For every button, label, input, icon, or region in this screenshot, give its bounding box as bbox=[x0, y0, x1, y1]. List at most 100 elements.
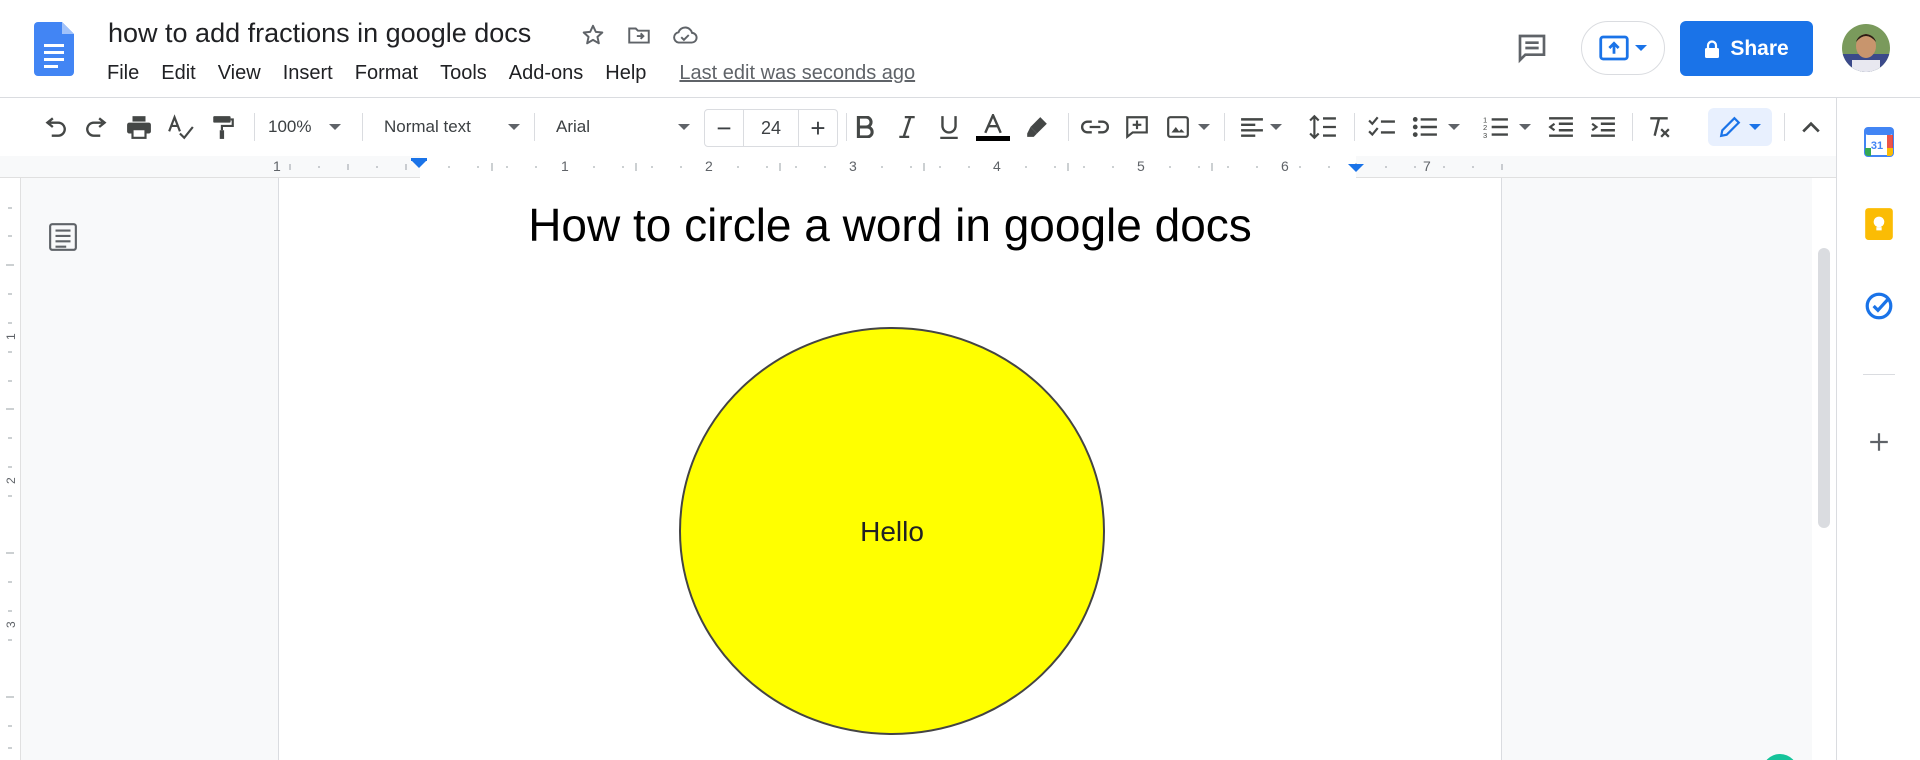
clear-formatting-button[interactable] bbox=[1642, 110, 1676, 144]
align-left-icon bbox=[1241, 118, 1263, 137]
zoom-select[interactable]: 100% bbox=[268, 110, 352, 144]
ruler-label: 2 bbox=[705, 158, 713, 174]
present-button[interactable] bbox=[1581, 21, 1665, 75]
ruler-label: 3 bbox=[849, 158, 857, 174]
document-title[interactable]: how to add fractions in google docs bbox=[108, 18, 531, 49]
toolbar-divider bbox=[254, 113, 255, 141]
highlight-color-button[interactable] bbox=[1020, 110, 1054, 144]
decrease-font-size-button[interactable]: − bbox=[705, 110, 743, 146]
hide-menus-button[interactable] bbox=[1794, 110, 1828, 144]
add-comment-button[interactable] bbox=[1120, 110, 1154, 144]
toolbar-divider bbox=[1784, 113, 1785, 141]
zoom-value: 100% bbox=[268, 117, 312, 136]
text-color-button[interactable] bbox=[974, 110, 1012, 144]
tasks-icon[interactable] bbox=[1861, 288, 1897, 324]
italic-icon bbox=[899, 116, 915, 138]
share-label: Share bbox=[1730, 36, 1789, 60]
decrease-indent-button[interactable] bbox=[1544, 110, 1578, 144]
cloud-saved-icon[interactable] bbox=[668, 18, 702, 52]
bulleted-list-button[interactable] bbox=[1408, 110, 1464, 144]
font-size-input[interactable] bbox=[743, 110, 799, 146]
account-avatar[interactable] bbox=[1842, 24, 1890, 72]
menu-bar: File Edit View Insert Format Tools Add-o… bbox=[96, 58, 915, 88]
decrease-indent-icon bbox=[1548, 117, 1573, 137]
numbered-list-button[interactable]: 123 bbox=[1478, 110, 1536, 144]
insert-image-button[interactable] bbox=[1162, 110, 1214, 144]
editing-mode-button[interactable] bbox=[1708, 108, 1772, 146]
text-color-swatch bbox=[976, 135, 1010, 141]
align-select[interactable] bbox=[1236, 110, 1286, 144]
toolbar-divider bbox=[1068, 113, 1069, 141]
circle-drawing[interactable]: Hello bbox=[679, 325, 1107, 737]
insert-link-button[interactable] bbox=[1078, 110, 1112, 144]
toolbar-divider bbox=[846, 113, 847, 141]
chevron-up-icon bbox=[1802, 121, 1820, 133]
menu-tools[interactable]: Tools bbox=[429, 60, 498, 87]
menu-insert[interactable]: Insert bbox=[272, 60, 344, 87]
paint-roller-icon bbox=[213, 116, 234, 139]
last-edit-link[interactable]: Last edit was seconds ago bbox=[679, 62, 915, 85]
spelling-check-button[interactable] bbox=[164, 110, 198, 144]
comments-button[interactable] bbox=[1512, 28, 1552, 68]
underline-button[interactable] bbox=[932, 110, 966, 144]
increase-indent-button[interactable] bbox=[1586, 110, 1620, 144]
menu-view[interactable]: View bbox=[207, 60, 272, 87]
docs-logo-icon[interactable] bbox=[34, 22, 74, 76]
menu-file[interactable]: File bbox=[96, 60, 150, 87]
image-icon bbox=[1167, 116, 1189, 138]
toolbar-divider bbox=[1354, 113, 1355, 141]
chevron-down-icon bbox=[678, 124, 690, 130]
document-page[interactable]: How to circle a word in google docs Hell… bbox=[278, 178, 1502, 760]
header: how to add fractions in google docs File… bbox=[0, 0, 1920, 98]
add-addon-icon[interactable] bbox=[1861, 424, 1897, 460]
keep-icon[interactable] bbox=[1861, 206, 1897, 242]
document-outline-icon[interactable] bbox=[48, 222, 82, 256]
toolbar-divider bbox=[534, 113, 535, 141]
highlighter-icon bbox=[1027, 117, 1047, 137]
italic-button[interactable] bbox=[890, 110, 924, 144]
menu-add-ons[interactable]: Add-ons bbox=[498, 60, 595, 87]
circle-text: Hello bbox=[860, 516, 924, 547]
vertical-ruler[interactable]: 1 2 3 bbox=[0, 178, 21, 760]
move-folder-icon[interactable] bbox=[622, 18, 656, 52]
chevron-down-icon bbox=[1749, 124, 1761, 130]
ruler-label: 5 bbox=[1137, 158, 1145, 174]
bold-button[interactable] bbox=[848, 110, 882, 144]
menu-format[interactable]: Format bbox=[344, 60, 429, 87]
font-family-select[interactable]: Arial bbox=[556, 110, 690, 144]
share-button[interactable]: Share bbox=[1680, 21, 1813, 76]
increase-font-size-button[interactable]: + bbox=[799, 110, 837, 146]
checklist-icon bbox=[1368, 116, 1395, 137]
lock-icon bbox=[1705, 39, 1720, 58]
chevron-down-icon bbox=[1270, 124, 1282, 130]
line-spacing-icon bbox=[1309, 114, 1336, 140]
scrollbar-thumb[interactable] bbox=[1818, 248, 1830, 528]
toolbar-divider bbox=[1224, 113, 1225, 141]
paragraph-style-select[interactable]: Normal text bbox=[384, 110, 520, 144]
line-spacing-button[interactable] bbox=[1304, 110, 1342, 144]
svg-text:3: 3 bbox=[1483, 131, 1487, 139]
menu-help[interactable]: Help bbox=[594, 60, 657, 87]
assistant-bubble-icon[interactable] bbox=[1762, 754, 1798, 760]
redo-icon bbox=[86, 117, 107, 137]
bold-icon bbox=[856, 116, 874, 138]
text-color-icon bbox=[984, 113, 1002, 133]
star-icon[interactable] bbox=[576, 18, 610, 52]
print-button[interactable] bbox=[122, 110, 156, 144]
redo-button[interactable] bbox=[80, 110, 114, 144]
menu-edit[interactable]: Edit bbox=[150, 60, 206, 87]
paint-format-button[interactable] bbox=[206, 110, 240, 144]
chevron-down-icon bbox=[1198, 124, 1210, 130]
increase-indent-icon bbox=[1591, 117, 1615, 137]
comment-history-icon bbox=[1518, 34, 1546, 64]
side-panel-divider bbox=[1863, 374, 1895, 375]
chevron-down-icon bbox=[1519, 124, 1531, 130]
right-indent-marker bbox=[1348, 164, 1364, 172]
horizontal-ruler[interactable]: 1 1 2 3 4 5 6 7 bbox=[0, 156, 1836, 178]
document-heading[interactable]: How to circle a word in google docs bbox=[279, 198, 1501, 252]
calendar-icon[interactable]: 31 bbox=[1861, 124, 1897, 160]
pencil-icon bbox=[1719, 116, 1741, 138]
svg-text:3: 3 bbox=[4, 621, 18, 628]
checklist-button[interactable] bbox=[1364, 110, 1400, 144]
undo-button[interactable] bbox=[38, 110, 72, 144]
